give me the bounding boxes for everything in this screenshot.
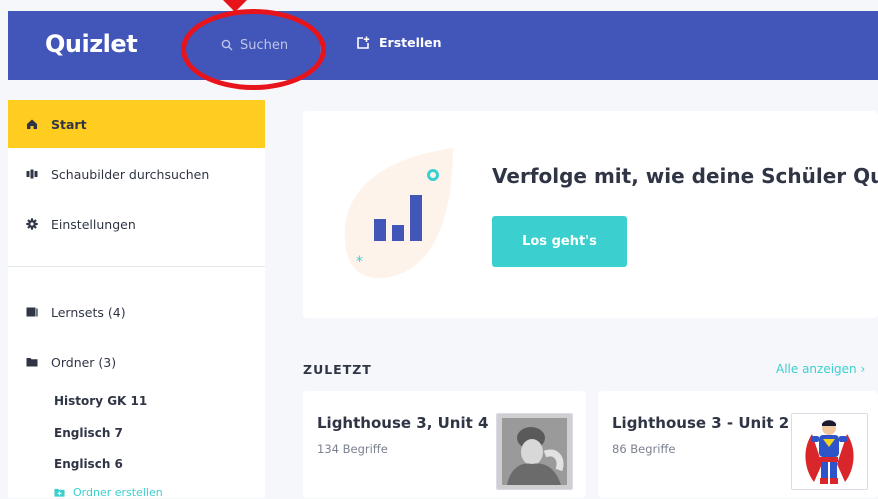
annotation-arrow xyxy=(223,0,247,12)
sidebar-item-label: Start xyxy=(51,116,87,132)
svg-text:*: * xyxy=(356,254,363,270)
set-term-count: 134 Begriffe xyxy=(317,442,388,456)
sidebar-item-label: Schaubilder durchsuchen xyxy=(51,166,210,182)
study-set-card[interactable]: Lighthouse 3, Unit 4 134 Begriffe xyxy=(303,391,586,498)
create-label: Erstellen xyxy=(379,35,442,50)
chart-illustration-icon: * xyxy=(344,148,453,279)
sidebar-item-settings[interactable]: Einstellungen xyxy=(8,200,265,248)
quizlet-logo[interactable]: Quizlet xyxy=(45,30,138,58)
sidebar-item-folders[interactable]: Ordner (3) xyxy=(8,338,265,386)
create-folder-link[interactable]: Ordner erstellen xyxy=(54,486,163,499)
get-started-button[interactable]: Los geht's xyxy=(492,216,627,267)
create-folder-label: Ordner erstellen xyxy=(73,486,163,499)
sidebar-item-label: Lernsets (4) xyxy=(51,304,126,320)
sidebar-divider xyxy=(8,266,265,267)
diagrams-icon xyxy=(26,168,38,180)
create-button[interactable]: Erstellen xyxy=(356,35,442,50)
sidebar: Start Schaubilder durchsuchen Einstellun… xyxy=(8,100,265,499)
sidebar-item-sets[interactable]: Lernsets (4) xyxy=(8,288,265,336)
folder-icon xyxy=(26,356,38,368)
sidebar-item-diagrams[interactable]: Schaubilder durchsuchen xyxy=(8,150,265,198)
superhero-thumbnail-icon xyxy=(792,414,867,489)
create-icon xyxy=(357,36,370,49)
sidebar-folder-item[interactable]: Englisch 6 xyxy=(54,457,123,471)
sidebar-item-start[interactable]: Start xyxy=(8,100,265,148)
set-thumbnail xyxy=(791,413,868,490)
promo-title: Verfolge mit, wie deine Schüler Quiz xyxy=(492,164,878,188)
sidebar-item-label: Einstellungen xyxy=(51,216,136,232)
set-thumbnail xyxy=(496,413,573,490)
sidebar-folder-item[interactable]: Englisch 7 xyxy=(54,426,123,440)
promo-card: * Verfolge mit, wie deine Schüler Quiz L… xyxy=(303,111,878,318)
recent-heading: ZULETZT xyxy=(303,362,372,377)
chevron-right-icon: › xyxy=(860,362,866,376)
sidebar-folder-item[interactable]: History GK 11 xyxy=(54,394,147,408)
study-set-card[interactable]: Lighthouse 3 - Unit 2 86 Begriffe xyxy=(598,391,878,498)
portrait-thumbnail-icon xyxy=(497,414,572,489)
annotation-ellipse xyxy=(181,9,326,90)
see-all-link[interactable]: Alle anzeigen › xyxy=(776,362,865,376)
see-all-label: Alle anzeigen xyxy=(776,362,857,376)
home-icon xyxy=(26,118,38,130)
set-term-count: 86 Begriffe xyxy=(612,442,676,456)
set-title: Lighthouse 3 - Unit 2 xyxy=(612,414,790,432)
gear-icon xyxy=(26,218,38,230)
top-navigation-bar: Quizlet Suchen Erstellen xyxy=(8,11,878,80)
folder-plus-icon xyxy=(54,488,65,497)
set-title: Lighthouse 3, Unit 4 xyxy=(317,414,489,432)
sidebar-item-label: Ordner (3) xyxy=(51,354,117,370)
sets-icon xyxy=(26,306,38,318)
